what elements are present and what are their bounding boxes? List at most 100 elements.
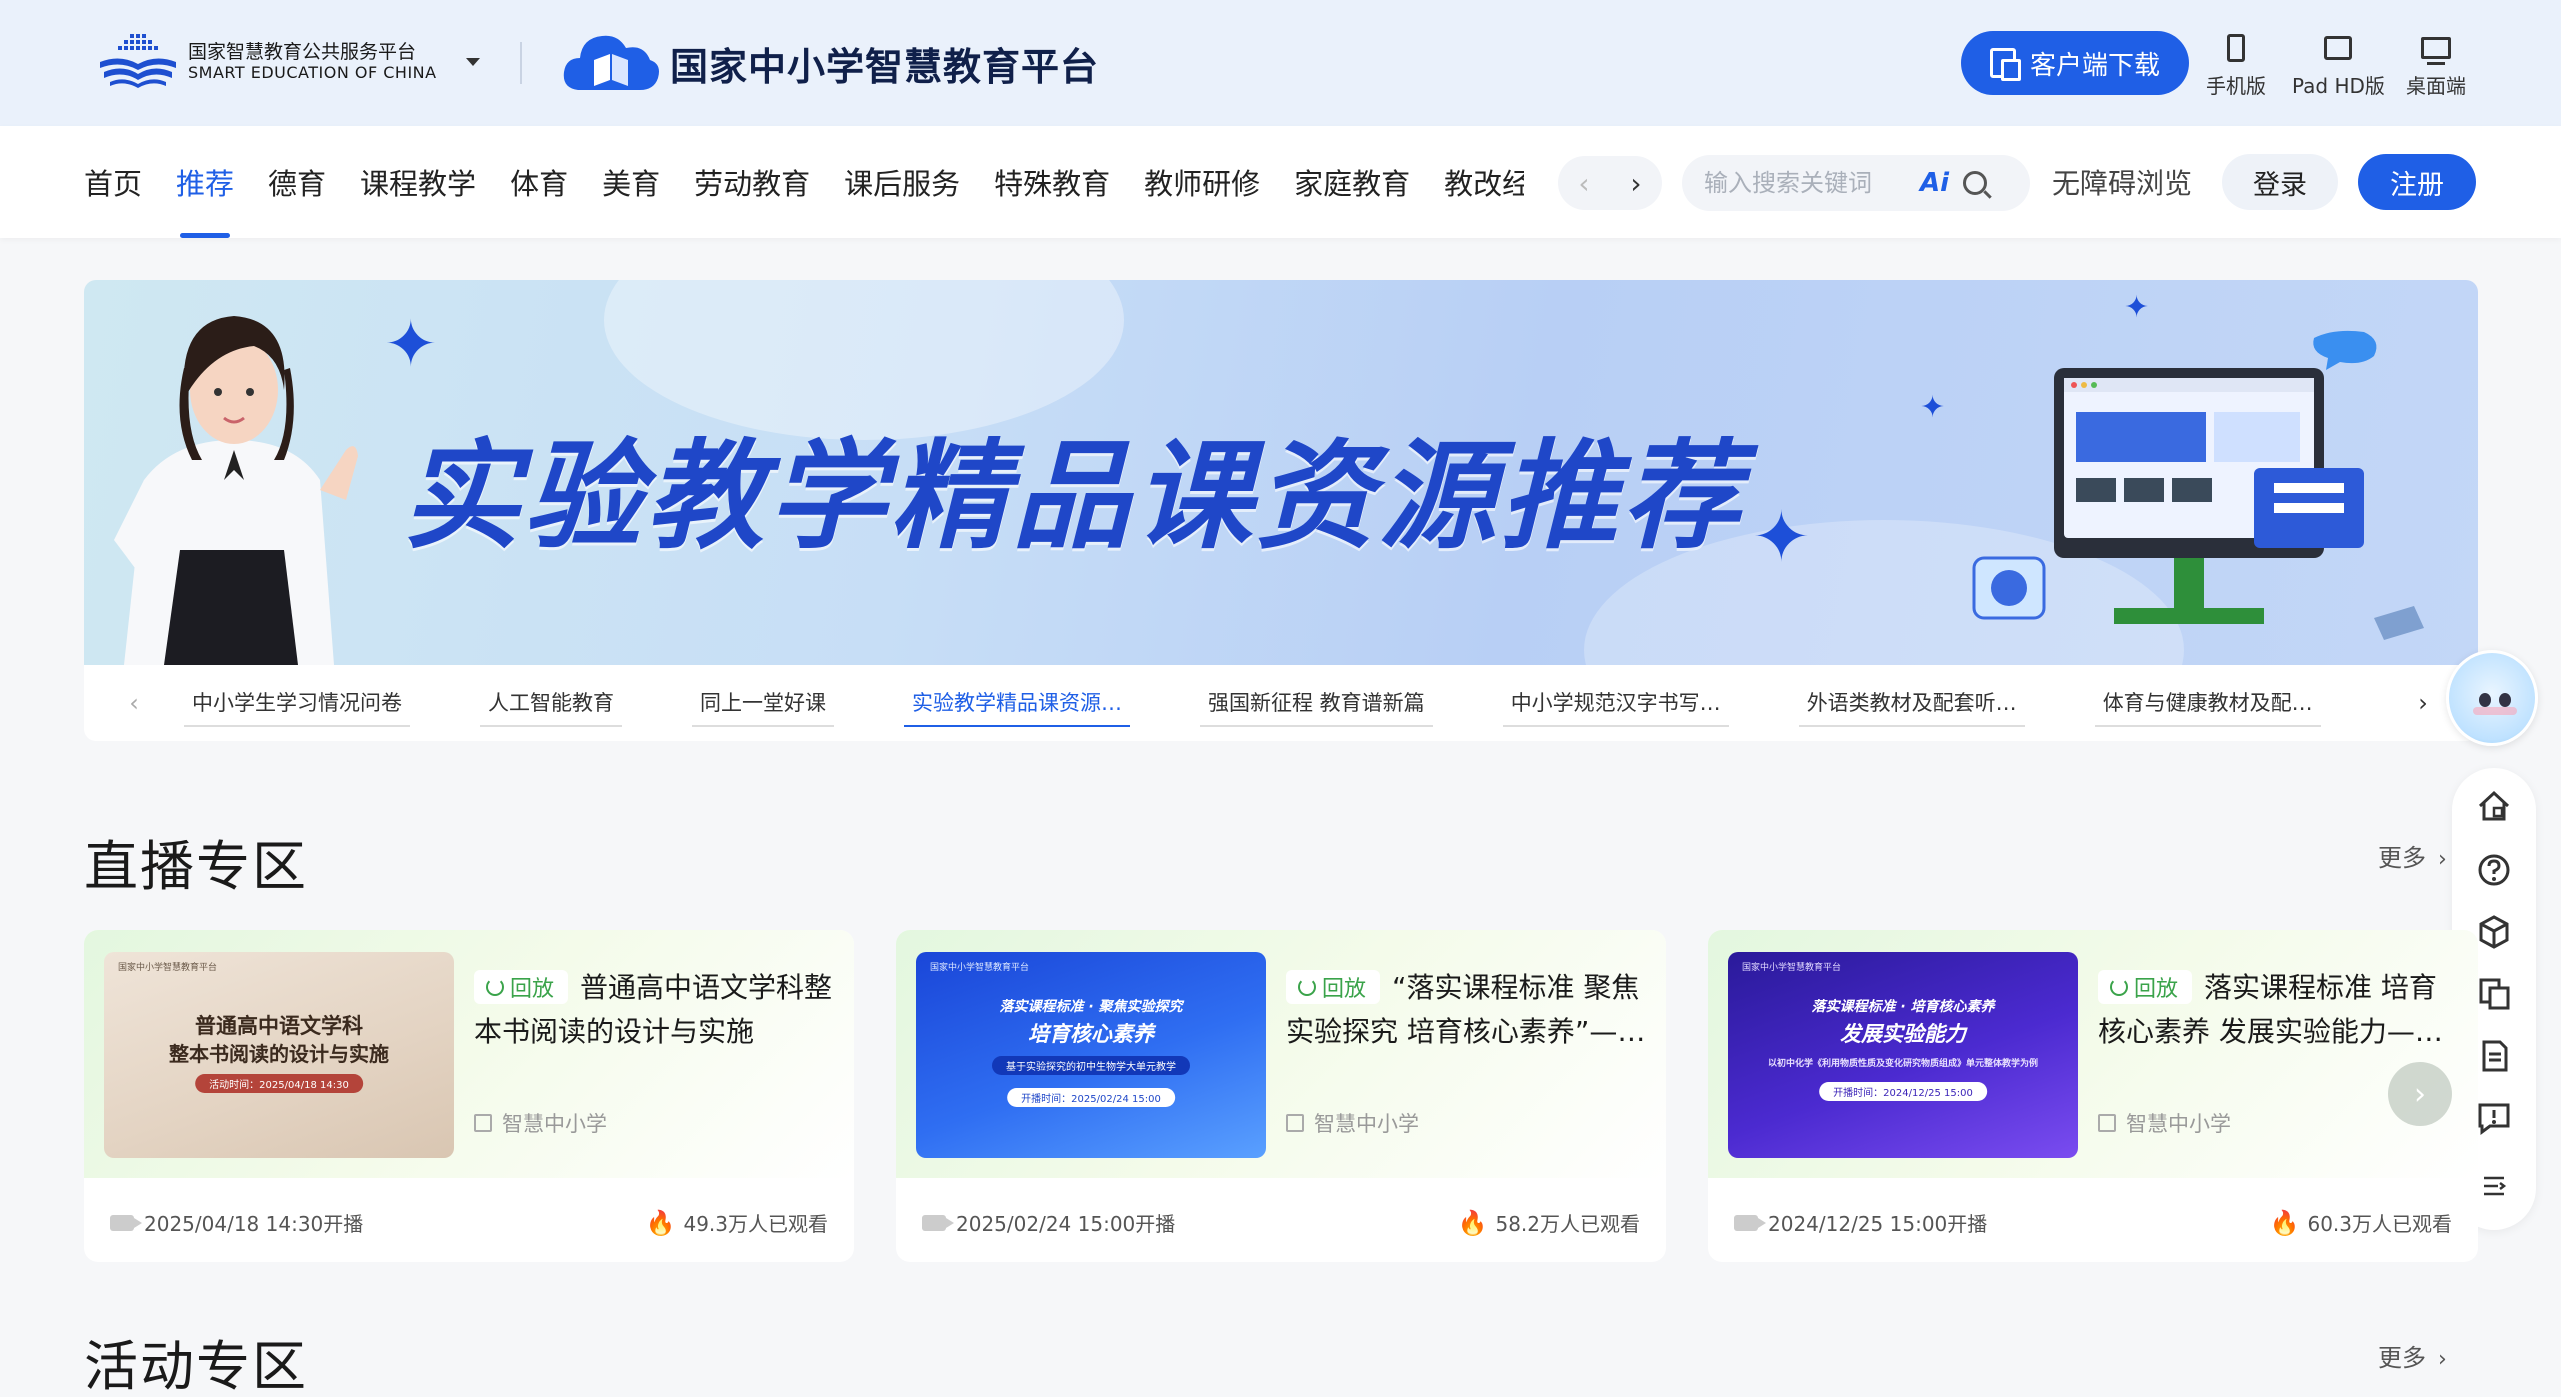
client-download-button[interactable]: 客户端下载 (1961, 31, 2189, 95)
mobile-version-link[interactable]: 手机版 (2206, 32, 2266, 99)
home-icon[interactable] (2476, 788, 2512, 824)
mascot-cheek (2473, 707, 2517, 715)
thumb-time: 活动时间：2025/04/18 14:30 (195, 1074, 363, 1093)
live-card-views: 🔥 49.3万人已观看 (646, 1208, 828, 1237)
thumb-title-line2: 整本书阅读的设计与实施 (169, 1042, 389, 1066)
cube-icon[interactable] (2476, 914, 2512, 950)
banner-tab[interactable]: 外语类教材及配套听… (1798, 687, 2025, 727)
desktop-icon (2421, 37, 2451, 65)
live-more-link[interactable]: 更多 › (2378, 838, 2447, 873)
nav-tab-curriculum[interactable]: 课程教学 (360, 126, 476, 238)
activity-more-link[interactable]: 更多 › (2378, 1338, 2447, 1373)
time-label: 2025/02/24 15:00开播 (956, 1212, 1176, 1236)
document-icon[interactable] (2476, 1038, 2512, 1074)
banner-topic-tabs: ‹ 中小学生学习情况问卷 人工智能教育 同上一堂好课 实验教学精品课资源… 强国… (84, 665, 2478, 741)
thumb-title-line1: 落实课程标准 · 培育核心素养 (1811, 999, 1995, 1015)
chevron-right-icon: › (2414, 1076, 2426, 1112)
live-card[interactable]: 国家中小学智慧教育平台 落实课程标准 · 培育核心素养 发展实验能力 以初中化学… (1708, 930, 2478, 1262)
thumb-org-label: 国家中小学智慧教育平台 (1742, 963, 1842, 973)
live-card[interactable]: 国家中小学智慧教育平台 落实课程标准 · 聚焦实验探究 培育核心素养 基于实验探… (896, 930, 1666, 1262)
ai-search-icon[interactable]: Ai (1920, 168, 1949, 198)
org-label: 智慧中小学 (1314, 1112, 1419, 1136)
org-label: 智慧中小学 (502, 1112, 607, 1136)
nav-tab-reform[interactable]: 教改经验 (1444, 126, 1524, 238)
assistant-mascot-icon[interactable] (2446, 650, 2538, 746)
video-camera-icon (1734, 1214, 1766, 1231)
thumb-subtitle: 基于实验探究的初中生物学大单元教学 (992, 1056, 1190, 1075)
primary-school-platform-logo[interactable]: 国家中小学智慧教育平台 (558, 24, 1099, 102)
views-label: 60.3万人已观看 (2307, 1212, 2452, 1236)
search-box: Ai (1682, 155, 2030, 211)
nav-tab-labor[interactable]: 劳动教育 (694, 126, 810, 238)
collapse-menu-icon[interactable] (2476, 1168, 2512, 1204)
thumb-subtitle: 以初中化学《利用物质性质及变化研究物质组成》单元整体教学为例 (1767, 1059, 2038, 1069)
help-icon[interactable] (2476, 852, 2512, 888)
banner-tabs-prev-chevron-icon[interactable]: ‹ (84, 689, 184, 717)
banner-tabs-next-chevron-icon[interactable]: › (2408, 689, 2438, 717)
hero-banner[interactable]: ✦ ✦ ✦ ✦ 实验教学精品课资源推荐 (84, 280, 2478, 665)
banner-tab[interactable]: 中小学生学习情况问卷 (184, 687, 410, 727)
live-thumbnail[interactable]: 国家中小学智慧教育平台 落实课程标准 · 培育核心素养 发展实验能力 以初中化学… (1728, 952, 2078, 1158)
org-label: 智慧中小学 (2126, 1112, 2231, 1136)
nav-tab-home[interactable]: 首页 (84, 126, 142, 238)
live-carousel-next-button[interactable]: › (2388, 1062, 2452, 1126)
nav-next-chevron-icon[interactable]: › (1630, 167, 1641, 200)
thumb-org-label: 国家中小学智慧教育平台 (930, 963, 1030, 973)
chevron-right-icon: › (2438, 847, 2447, 872)
banner-tab-active[interactable]: 实验教学精品课资源… (904, 687, 1130, 727)
live-card-org: 智慧中小学 (2098, 1108, 2231, 1138)
banner-tab[interactable]: 同上一堂好课 (692, 687, 834, 727)
video-camera-icon (922, 1214, 954, 1231)
live-card-title[interactable]: 普通高中语文学科整本书阅读的设计与实施 (474, 966, 834, 1054)
search-icon[interactable] (1963, 171, 1988, 195)
computer-monitor-illustration-icon (1972, 330, 2424, 640)
smart-education-logo[interactable]: 国家智慧教育公共服务平台 SMART EDUCATION OF CHINA (96, 32, 437, 92)
logo-divider (520, 42, 522, 84)
live-card-title[interactable]: “落实课程标准 聚焦实验探究 培育核心素养”—… (1286, 966, 1646, 1054)
sparkle-icon: ✦ (384, 308, 438, 382)
nav-prev-chevron-icon[interactable]: ‹ (1578, 167, 1589, 200)
banner-tab[interactable]: 中小学规范汉字书写… (1502, 687, 1729, 727)
video-camera-icon (110, 1214, 142, 1231)
top-bar: 国家智慧教育公共服务平台 SMART EDUCATION OF CHINA 国家… (0, 0, 2561, 126)
live-thumbnail[interactable]: 国家中小学智慧教育平台 普通高中语文学科 整本书阅读的设计与实施 活动时间：20… (104, 952, 454, 1158)
register-button[interactable]: 注册 (2358, 154, 2476, 210)
nav-tab-special-ed[interactable]: 特殊教育 (994, 126, 1110, 238)
platform-switch-caret-icon[interactable] (466, 58, 480, 66)
live-thumbnail[interactable]: 国家中小学智慧教育平台 落实课程标准 · 聚焦实验探究 培育核心素养 基于实验探… (916, 952, 1266, 1158)
thumb-title-line2: 发展实验能力 (1840, 1022, 1966, 1046)
nav-tab-recommend[interactable]: 推荐 (176, 126, 234, 238)
pad-version-link[interactable]: Pad HD版 (2292, 32, 2385, 99)
mascot-eye (2479, 693, 2491, 707)
book-logo-icon (100, 34, 176, 88)
login-button[interactable]: 登录 (2222, 154, 2338, 210)
thumb-title-line1: 落实课程标准 · 聚焦实验探究 (999, 999, 1183, 1015)
logo1-subtitle: SMART EDUCATION OF CHINA (188, 62, 437, 82)
feedback-icon[interactable] (2476, 1100, 2512, 1136)
thumb-time: 开播时间：2025/02/24 15:00 (1007, 1088, 1175, 1107)
live-card-title[interactable]: 落实课程标准 培育核心素养 发展实验能力—… (2098, 966, 2458, 1054)
nav-tab-arts[interactable]: 美育 (602, 126, 660, 238)
fire-icon: 🔥 (1457, 1208, 1488, 1237)
nav-tab-after-school[interactable]: 课后服务 (844, 126, 960, 238)
nav-tab-sports[interactable]: 体育 (510, 126, 568, 238)
mascot-eye (2499, 693, 2511, 707)
search-input[interactable] (1704, 169, 1914, 197)
pad-version-label: Pad HD版 (2292, 74, 2385, 98)
banner-tab[interactable]: 强国新征程 教育谱新篇 (1200, 687, 1433, 727)
org-building-icon (2098, 1114, 2116, 1132)
thumb-title-line1: 普通高中语文学科 (195, 1013, 363, 1038)
desktop-version-link[interactable]: 桌面端 (2406, 32, 2466, 99)
time-label: 2024/12/25 15:00开播 (1768, 1212, 1988, 1236)
nav-tab-family[interactable]: 家庭教育 (1294, 126, 1410, 238)
copy-icon[interactable] (2476, 976, 2512, 1012)
nav-tab-teacher-training[interactable]: 教师研修 (1144, 126, 1260, 238)
download-client-icon (1989, 48, 2021, 81)
banner-tab[interactable]: 人工智能教育 (480, 687, 622, 727)
accessibility-link[interactable]: 无障碍浏览 (2052, 162, 2192, 202)
thumb-title-line2: 培育核心素养 (1028, 1022, 1154, 1046)
sparkle-icon: ✦ (2124, 290, 2150, 325)
live-card[interactable]: 国家中小学智慧教育平台 普通高中语文学科 整本书阅读的设计与实施 活动时间：20… (84, 930, 854, 1262)
nav-tab-moral[interactable]: 德育 (268, 126, 326, 238)
banner-tab[interactable]: 体育与健康教材及配… (2094, 687, 2321, 727)
